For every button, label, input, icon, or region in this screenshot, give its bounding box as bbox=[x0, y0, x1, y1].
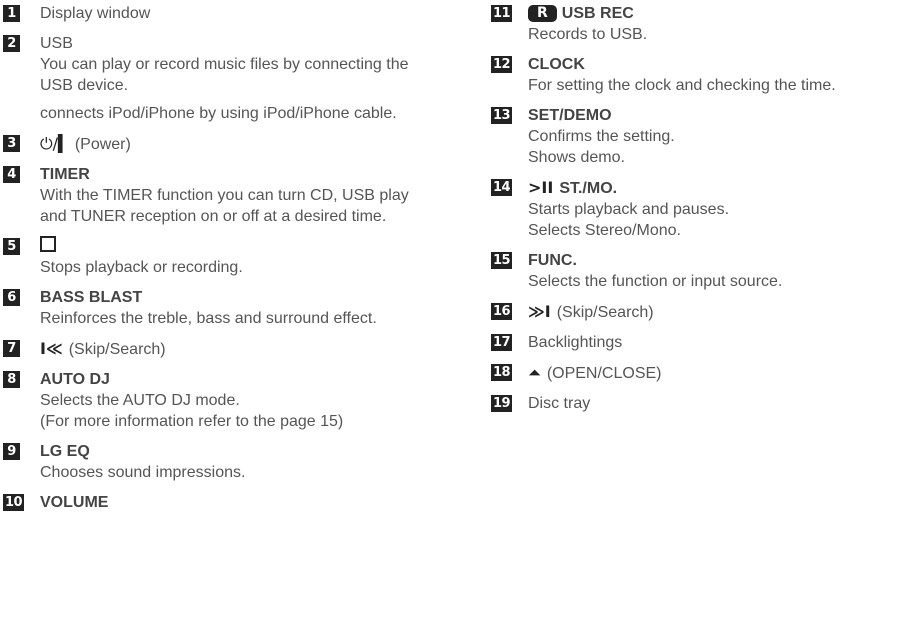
skip-label: (Skip/Search) bbox=[68, 341, 166, 358]
item-number-badge: 4 bbox=[3, 166, 20, 183]
item-title: AUTO DJ bbox=[40, 371, 110, 388]
list-item-10: 10 VOLUME bbox=[3, 492, 423, 513]
item-description: (For more information refer to the page … bbox=[40, 413, 344, 430]
item-number-badge: 6 bbox=[3, 289, 20, 306]
item-number-badge: 7 bbox=[3, 340, 20, 357]
item-title: LG EQ bbox=[40, 443, 90, 460]
list-item-18: 18 ⏶ (OPEN/CLOSE) bbox=[491, 362, 903, 384]
list-item-15: 15 FUNC. Selects the function or input s… bbox=[491, 250, 903, 292]
item-title: ⏶ (OPEN/CLOSE) bbox=[528, 362, 903, 384]
item-number-badge: 8 bbox=[3, 371, 20, 388]
item-title: >II ST./MO. bbox=[528, 177, 903, 199]
list-item-4: 4 TIMER With the TIMER function you can … bbox=[3, 164, 423, 227]
item-description: Chooses sound impressions. bbox=[40, 464, 246, 481]
item-number-badge: 15 bbox=[491, 252, 513, 269]
list-item-3: 3 ⏻/▍ (Power) bbox=[3, 133, 423, 155]
item-description: With the TIMER function you can turn CD,… bbox=[40, 187, 409, 225]
item-title: R USB REC bbox=[528, 3, 903, 24]
list-item-6: 6 BASS BLAST Reinforces the treble, bass… bbox=[3, 287, 423, 329]
usb-rec-label: USB REC bbox=[561, 5, 634, 22]
item-description: You can play or record music files by co… bbox=[40, 56, 409, 94]
skip-forward-icon: ≫I bbox=[528, 302, 551, 321]
item-title: Backlightings bbox=[528, 334, 623, 351]
list-item-7: 7 I≪ (Skip/Search) bbox=[3, 338, 423, 360]
item-title: Disc tray bbox=[528, 395, 591, 412]
item-number-badge: 2 bbox=[3, 35, 20, 52]
item-description: Shows demo. bbox=[528, 149, 625, 166]
list-item-13: 13 SET/DEMO Confirms the setting. Shows … bbox=[491, 105, 903, 168]
stereo-mono-label: ST./MO. bbox=[559, 180, 618, 197]
power-icon: ⏻/▍ bbox=[40, 134, 71, 153]
item-number-badge: 19 bbox=[491, 395, 513, 412]
item-title: SET/DEMO bbox=[528, 107, 612, 124]
item-description: Records to USB. bbox=[528, 26, 648, 43]
item-number-badge: 12 bbox=[491, 56, 513, 73]
item-title bbox=[40, 236, 423, 257]
item-title: TIMER bbox=[40, 166, 90, 183]
item-number-badge: 13 bbox=[491, 107, 513, 124]
item-number-badge: 10 bbox=[3, 494, 25, 511]
list-item-8: 8 AUTO DJ Selects the AUTO DJ mode. (For… bbox=[3, 369, 423, 432]
skip-label: (Skip/Search) bbox=[556, 304, 654, 321]
right-column: 11 R USB REC Records to USB. 12 CLOCK For… bbox=[491, 3, 903, 414]
skip-back-icon: I≪ bbox=[40, 339, 63, 358]
item-number-badge: 18 bbox=[491, 364, 513, 381]
list-item-1: 1 Display window bbox=[3, 3, 423, 24]
list-item-16: 16 ≫I (Skip/Search) bbox=[491, 301, 903, 323]
item-title: BASS BLAST bbox=[40, 289, 143, 306]
list-item-11: 11 R USB REC Records to USB. bbox=[491, 3, 903, 45]
left-column: 1 Display window 2 USB You can play or r… bbox=[3, 3, 423, 513]
item-description: Reinforces the treble, bass and surround… bbox=[40, 310, 377, 327]
list-item-5: 5 Stops playback or recording. bbox=[3, 236, 423, 278]
item-description: connects iPod/iPhone by using iPod/iPhon… bbox=[40, 105, 397, 122]
item-description: For setting the clock and checking the t… bbox=[528, 77, 836, 94]
power-label: (Power) bbox=[74, 136, 131, 153]
stop-icon bbox=[40, 236, 56, 252]
open-close-label: (OPEN/CLOSE) bbox=[546, 365, 662, 382]
item-title: Display window bbox=[40, 5, 151, 22]
item-title: ⏻/▍ (Power) bbox=[40, 133, 423, 155]
item-number-badge: 11 bbox=[491, 5, 513, 22]
item-title: VOLUME bbox=[40, 494, 109, 511]
item-title: ≫I (Skip/Search) bbox=[528, 301, 903, 323]
item-description: Selects the function or input source. bbox=[528, 273, 783, 290]
item-title: I≪ (Skip/Search) bbox=[40, 338, 423, 360]
item-number-badge: 1 bbox=[3, 5, 20, 22]
play-pause-icon: >II bbox=[528, 178, 554, 197]
item-number-badge: 16 bbox=[491, 303, 513, 320]
item-number-badge: 5 bbox=[3, 238, 20, 255]
item-title: CLOCK bbox=[528, 56, 585, 73]
item-title: USB bbox=[40, 35, 73, 52]
list-item-12: 12 CLOCK For setting the clock and check… bbox=[491, 54, 903, 96]
item-number-badge: 14 bbox=[491, 179, 513, 196]
list-item-19: 19 Disc tray bbox=[491, 393, 903, 414]
list-item-14: 14 >II ST./MO. Starts playback and pauses… bbox=[491, 177, 903, 241]
item-description: Selects the AUTO DJ mode. bbox=[40, 392, 240, 409]
item-description: Confirms the setting. bbox=[528, 128, 675, 145]
item-number-badge: 3 bbox=[3, 135, 20, 152]
item-description: Starts playback and pauses. bbox=[528, 201, 730, 218]
list-item-17: 17 Backlightings bbox=[491, 332, 903, 353]
list-item-2: 2 USB You can play or record music files… bbox=[3, 33, 423, 124]
list-item-9: 9 LG EQ Chooses sound impressions. bbox=[3, 441, 423, 483]
item-number-badge: 17 bbox=[491, 334, 513, 351]
item-title: FUNC. bbox=[528, 252, 577, 269]
item-number-badge: 9 bbox=[3, 443, 20, 460]
item-description: Selects Stereo/Mono. bbox=[528, 222, 681, 239]
item-description: Stops playback or recording. bbox=[40, 259, 243, 276]
eject-icon: ⏶ bbox=[528, 363, 541, 382]
usb-rec-icon: R bbox=[528, 5, 557, 22]
